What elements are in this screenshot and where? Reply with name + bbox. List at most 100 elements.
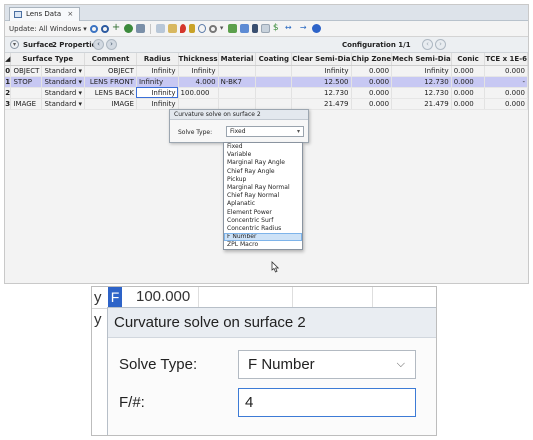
tce-cell[interactable]: 0.000 xyxy=(484,98,528,110)
circle-icon[interactable] xyxy=(208,24,217,33)
dollar-icon[interactable]: $ xyxy=(273,24,282,33)
prev-surface-button[interactable]: ‹ xyxy=(93,39,104,50)
option-concentric-surf[interactable]: Concentric Surf xyxy=(224,217,302,225)
tce-cell[interactable]: 0.000 xyxy=(484,87,528,99)
material-cell[interactable] xyxy=(218,98,257,110)
option-zpl-macro[interactable]: ZPL Macro xyxy=(224,241,302,249)
chip-zone-cell[interactable]: 0.000 xyxy=(351,87,393,99)
option-marginal-ray-normal[interactable]: Marginal Ray Normal xyxy=(224,184,302,192)
thickness-cell[interactable]: Infinity xyxy=(178,65,219,77)
table-row[interactable]: 1 STOP Standard ▾ LENS FRONT Infinity 4.… xyxy=(5,76,528,88)
pin-icon[interactable] xyxy=(188,24,195,33)
next-surface-button[interactable]: › xyxy=(106,39,117,50)
grid-icon[interactable] xyxy=(135,24,145,33)
clear-semi-dia-cell[interactable]: Infinity xyxy=(291,65,352,77)
chip-zone-cell[interactable]: 0.000 xyxy=(351,65,393,77)
close-icon[interactable]: × xyxy=(67,10,73,18)
option-chief-ray-angle[interactable]: Chief Ray Angle xyxy=(224,168,302,176)
clear-semi-dia-cell[interactable]: 12.500 xyxy=(291,76,352,88)
thickness-cell[interactable]: 4.000 xyxy=(178,76,219,88)
chip-zone-cell[interactable]: 0.000 xyxy=(351,98,393,110)
header-tce[interactable]: TCE x 1E-6 xyxy=(484,53,528,66)
tce-cell[interactable]: 0.000 xyxy=(484,65,528,77)
help-icon[interactable] xyxy=(311,24,321,33)
header-radius[interactable]: Radius xyxy=(136,53,179,66)
comment-cell[interactable]: LENS FRONT xyxy=(84,76,137,88)
option-concentric-radius[interactable]: Concentric Radius xyxy=(224,225,302,233)
comment-cell[interactable]: LENS BACK xyxy=(84,87,137,99)
header-conic[interactable]: Conic xyxy=(451,53,486,66)
tab-lens-data[interactable]: Lens Data × xyxy=(9,7,81,21)
chevron-down-icon[interactable]: ▾ xyxy=(220,24,225,33)
solve-type-select[interactable]: F Number ⌵ xyxy=(238,350,416,379)
surface-type-cell[interactable]: Standard ▾ xyxy=(41,76,86,88)
table-row[interactable]: 3 IMAGE Standard ▾ IMAGE Infinity 21.479… xyxy=(5,98,528,110)
f-number-input[interactable]: 4 xyxy=(238,388,416,417)
material-cell[interactable] xyxy=(218,87,257,99)
option-chief-ray-normal[interactable]: Chief Ray Normal xyxy=(224,192,302,200)
arrow-right-icon[interactable]: → xyxy=(300,24,309,33)
option-variable[interactable]: Variable xyxy=(224,151,302,159)
mech-semi-dia-cell[interactable]: 12.730 xyxy=(391,87,452,99)
prev-config-button[interactable]: ‹ xyxy=(422,39,433,50)
insert-surface-icon[interactable]: + xyxy=(112,23,121,33)
surface-type-cell[interactable]: Standard ▾ xyxy=(41,65,86,77)
header-clear-semi-dia[interactable]: Clear Semi-Dia xyxy=(291,53,352,66)
comment-cell[interactable]: OBJECT xyxy=(84,65,137,77)
tce-cell[interactable]: - xyxy=(484,76,528,88)
conic-cell[interactable]: 0.000 xyxy=(451,87,486,99)
header-chip-zone[interactable]: Chip Zone xyxy=(351,53,393,66)
header-comment[interactable]: Comment xyxy=(84,53,137,66)
coating-cell[interactable] xyxy=(255,87,293,99)
update-dropdown[interactable]: Update: All Windows ▾ xyxy=(9,25,87,33)
surface-type-cell[interactable]: Standard ▾ xyxy=(41,87,86,99)
conic-cell[interactable]: 0.000 xyxy=(451,76,486,88)
table-row[interactable]: 2 Standard ▾ LENS BACK Infinity 100.000 … xyxy=(5,87,528,99)
clear-semi-dia-cell[interactable]: 12.730 xyxy=(291,87,352,99)
expand-chevron-icon[interactable]: ▾ xyxy=(10,40,19,49)
refresh-icon[interactable] xyxy=(89,24,98,33)
clear-semi-dia-cell[interactable]: 21.479 xyxy=(291,98,352,110)
header-mech-semi-dia[interactable]: Mech Semi-Dia xyxy=(391,53,452,66)
material-cell[interactable] xyxy=(218,65,257,77)
paint-icon[interactable] xyxy=(239,24,249,33)
drop-icon[interactable] xyxy=(179,24,186,33)
header-material[interactable]: Material xyxy=(218,53,257,66)
grid2-icon[interactable] xyxy=(260,24,270,33)
mech-semi-dia-cell[interactable]: Infinity xyxy=(391,65,452,77)
thickness-cell[interactable]: 100.000 xyxy=(178,87,219,99)
comment-cell[interactable]: IMAGE xyxy=(84,98,137,110)
pen-icon[interactable] xyxy=(251,24,258,33)
conic-cell[interactable]: 0.000 xyxy=(451,98,486,110)
star2-icon[interactable] xyxy=(167,24,177,33)
header-thickness[interactable]: Thickness xyxy=(178,53,219,66)
option-fixed[interactable]: Fixed xyxy=(224,143,302,151)
radius-cell-editing[interactable]: Infinity xyxy=(136,87,179,99)
coating-cell[interactable] xyxy=(255,76,293,88)
refresh-all-icon[interactable] xyxy=(100,24,109,33)
chip-zone-cell[interactable]: 0.000 xyxy=(351,76,393,88)
thickness-cell[interactable] xyxy=(178,98,219,110)
radius-cell[interactable]: Infinity xyxy=(136,98,179,110)
surface-name-cell[interactable] xyxy=(10,87,43,99)
surface-name-cell[interactable]: IMAGE xyxy=(10,98,43,110)
surface-type-cell[interactable]: Standard ▾ xyxy=(41,98,86,110)
option-element-power[interactable]: Element Power xyxy=(224,209,302,217)
solve-type-select[interactable]: Fixed ▾ xyxy=(226,126,304,137)
header-coating[interactable]: Coating xyxy=(255,53,293,66)
mech-semi-dia-cell[interactable]: 21.479 xyxy=(391,98,452,110)
next-config-button[interactable]: › xyxy=(435,39,446,50)
check-icon[interactable] xyxy=(227,24,237,33)
conic-cell[interactable]: 0.000 xyxy=(451,65,486,77)
radius-cell[interactable]: Infinity xyxy=(136,76,179,88)
option-marginal-ray-angle[interactable]: Marginal Ray Angle xyxy=(224,159,302,167)
material-cell[interactable]: N-BK7 xyxy=(218,76,257,88)
arrow-left-icon[interactable]: ↔ xyxy=(285,24,297,33)
surface-name-cell[interactable]: STOP xyxy=(10,76,43,88)
option-f-number[interactable]: F Number xyxy=(224,233,302,242)
option-pickup[interactable]: Pickup xyxy=(224,176,302,184)
radius-cell[interactable]: Infinity xyxy=(136,65,179,77)
surface-name-cell[interactable]: OBJECT xyxy=(10,65,43,77)
lens-icon[interactable] xyxy=(197,24,206,33)
mech-semi-dia-cell[interactable]: 12.730 xyxy=(391,76,452,88)
